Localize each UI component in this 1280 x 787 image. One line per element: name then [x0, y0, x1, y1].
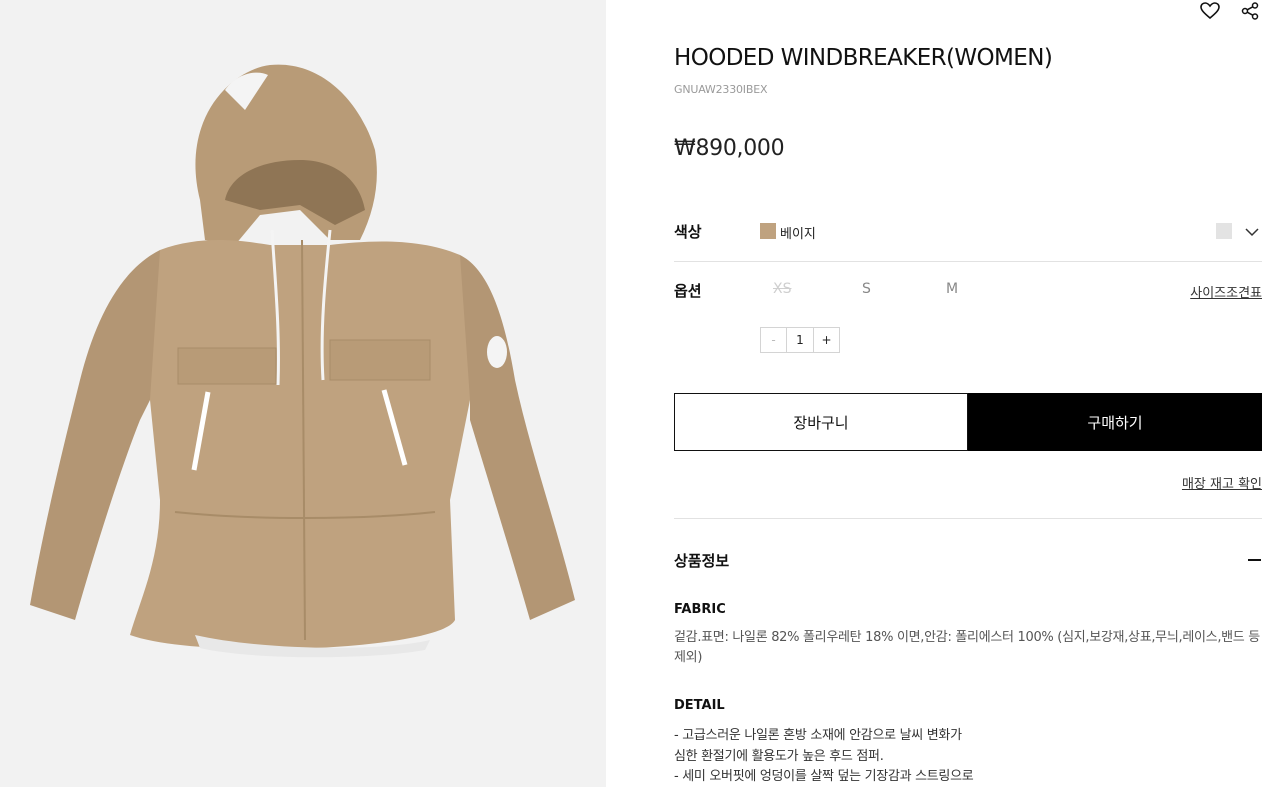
buy-now-button[interactable]: 구매하기: [968, 393, 1262, 451]
fabric-description: 겉감.표면: 나일론 82% 폴리우레탄 18% 이면,안감: 폴리에스터 10…: [674, 630, 1260, 665]
share-icon[interactable]: [1238, 0, 1262, 22]
color-option-chip[interactable]: [1216, 223, 1232, 239]
color-label: 색상: [674, 223, 702, 241]
top-actions: [1198, 0, 1262, 22]
add-to-cart-button[interactable]: 장바구니: [674, 393, 968, 451]
quantity-minus-button[interactable]: -: [761, 328, 787, 352]
product-detail-panel: HOODED WINDBREAKER(WOMEN) GNUAW2330IBEX …: [606, 0, 1280, 787]
quantity-value[interactable]: 1: [787, 328, 813, 352]
product-price: ₩890,000: [674, 136, 785, 161]
product-info-title[interactable]: 상품정보: [674, 550, 729, 571]
detail-heading: DETAIL: [674, 698, 725, 713]
minus-icon[interactable]: [1248, 559, 1261, 561]
chevron-down-icon[interactable]: [1244, 224, 1260, 240]
divider: [674, 518, 1262, 519]
fabric-heading: FABRIC: [674, 602, 726, 617]
color-value: 베이지: [780, 227, 816, 242]
size-option-s[interactable]: S: [862, 281, 871, 297]
size-guide-link[interactable]: 사이즈조견표: [1190, 282, 1262, 301]
quantity-stepper: - 1 +: [760, 327, 840, 353]
product-image: [0, 0, 606, 787]
color-swatch: [760, 223, 776, 239]
product-title: HOODED WINDBREAKER(WOMEN): [674, 45, 1053, 71]
size-label: 옵션: [674, 282, 702, 300]
jacket-illustration: [30, 64, 575, 658]
store-stock-link[interactable]: 매장 재고 확인: [1182, 473, 1262, 492]
divider: [674, 261, 1262, 262]
size-option-xs: XS: [773, 281, 792, 297]
quantity-plus-button[interactable]: +: [813, 328, 839, 352]
product-sku: GNUAW2330IBEX: [674, 83, 768, 96]
detail-line: 심한 환절기에 활용도가 높은 후드 점퍼.: [674, 749, 884, 764]
detail-line: - 고급스러운 나일론 혼방 소재에 안감으로 날씨 변화가: [674, 728, 962, 743]
heart-icon[interactable]: [1198, 0, 1222, 22]
size-option-m[interactable]: M: [946, 281, 958, 297]
detail-line: - 세미 오버핏에 엉덩이를 살짝 덮는 기장감과 스트링으로: [674, 769, 974, 784]
